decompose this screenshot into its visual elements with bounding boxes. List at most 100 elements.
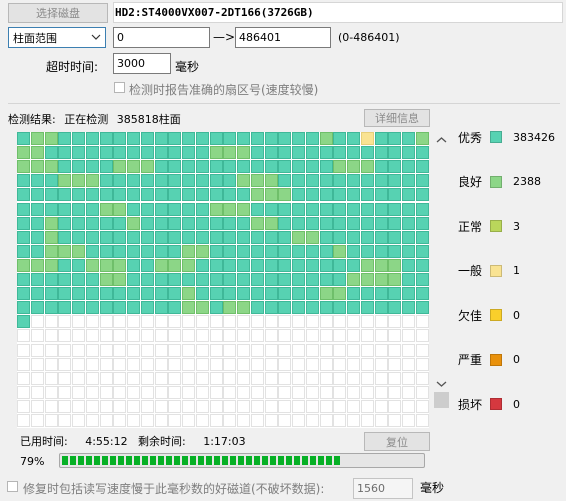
scan-block-pending <box>30 385 44 399</box>
scan-block <box>182 258 195 272</box>
scan-block <box>209 301 223 315</box>
scan-block <box>168 301 182 315</box>
scan-block-pending <box>305 385 319 399</box>
scan-block <box>374 160 388 174</box>
scan-block <box>58 160 72 174</box>
scan-block-pending <box>223 357 237 371</box>
timeout-unit: 毫秒 <box>175 60 200 74</box>
scan-block-pending <box>278 315 292 329</box>
scan-block <box>182 216 195 230</box>
repair-checkbox[interactable] <box>7 481 18 492</box>
legend-label: 良好 <box>458 175 483 189</box>
scan-block-pending <box>388 315 402 329</box>
scan-block <box>127 301 140 315</box>
scan-block <box>333 146 347 160</box>
scan-block-pending <box>154 385 168 399</box>
scan-block <box>237 273 250 286</box>
select-disk-button[interactable]: 选择磁盘 <box>8 3 108 23</box>
scan-block <box>154 160 168 174</box>
scan-block <box>305 146 319 160</box>
scan-block <box>415 273 429 286</box>
legend-swatch <box>490 264 502 277</box>
scan-block-pending <box>113 343 127 357</box>
scan-block-pending <box>72 315 85 329</box>
scan-block <box>44 244 58 258</box>
scan-block <box>388 258 402 272</box>
scan-block-pending <box>85 385 99 399</box>
scan-block <box>347 174 360 188</box>
scan-block-pending <box>58 414 72 427</box>
scan-result-label: 检测结果: <box>8 113 56 126</box>
scan-block <box>305 160 319 174</box>
report-sector-checkbox[interactable] <box>114 82 125 93</box>
scan-block <box>388 188 402 202</box>
scan-block <box>182 160 195 174</box>
scan-block <box>223 287 237 301</box>
scan-block <box>58 132 72 145</box>
scan-block <box>140 287 154 301</box>
scan-block-pending <box>333 315 347 329</box>
legend-item: 损坏 0 <box>458 396 520 412</box>
scan-block <box>209 258 223 272</box>
scan-block <box>374 174 388 188</box>
scan-block-pending <box>250 329 264 343</box>
reset-button[interactable]: 复位 <box>364 432 430 451</box>
scan-block-pending <box>388 385 402 399</box>
scan-block <box>127 132 140 145</box>
scan-block <box>223 230 237 244</box>
scan-block <box>44 160 58 174</box>
scan-block-pending <box>292 343 305 357</box>
scan-block-pending <box>127 315 140 329</box>
scan-block <box>99 287 113 301</box>
scan-block <box>113 202 127 216</box>
scan-block <box>374 230 388 244</box>
scan-block <box>30 216 44 230</box>
range-start-input[interactable]: 0 <box>113 27 210 48</box>
scan-block-pending <box>113 399 127 413</box>
scan-block <box>264 174 278 188</box>
scan-block-pending <box>182 329 195 343</box>
scan-block <box>237 146 250 160</box>
scroll-thumb[interactable] <box>434 392 449 408</box>
scan-block <box>292 301 305 315</box>
scan-block-pending <box>333 343 347 357</box>
scan-block-pending <box>209 315 223 329</box>
scan-block-pending <box>168 385 182 399</box>
scan-block <box>347 230 360 244</box>
scan-block <box>388 287 402 301</box>
scan-block-pending <box>347 371 360 385</box>
details-button[interactable]: 详细信息 <box>364 109 430 127</box>
scan-block <box>402 258 415 272</box>
scroll-up-icon[interactable] <box>436 136 447 144</box>
timeout-input[interactable]: 3000 <box>113 53 171 74</box>
repair-threshold-input[interactable]: 1560 <box>353 478 413 499</box>
range-mode-select[interactable]: 柱面范围 <box>8 27 106 48</box>
scan-block-pending <box>17 329 30 343</box>
scan-block-pending <box>44 414 58 427</box>
scan-state: 正在检测 <box>64 113 109 126</box>
scan-block <box>388 216 402 230</box>
scan-block-pending <box>195 399 209 413</box>
scan-block <box>154 146 168 160</box>
scan-block-pending <box>237 315 250 329</box>
scan-block <box>154 174 168 188</box>
range-end-input[interactable]: 486401 <box>235 27 331 48</box>
scan-block-pending <box>402 343 415 357</box>
scan-block <box>319 146 333 160</box>
scroll-down-icon[interactable] <box>436 380 447 388</box>
scan-block <box>250 202 264 216</box>
legend-item: 优秀 383426 <box>458 129 555 145</box>
scan-block-pending <box>388 343 402 357</box>
scan-map-scrollbar[interactable] <box>433 132 450 410</box>
scan-block <box>113 146 127 160</box>
legend-count: 0 <box>513 353 520 366</box>
scan-block <box>223 146 237 160</box>
scan-block-pending <box>278 329 292 343</box>
scan-block <box>44 230 58 244</box>
scan-block <box>58 258 72 272</box>
scan-block-pending <box>388 329 402 343</box>
scan-block-pending <box>264 329 278 343</box>
scan-block-pending <box>195 315 209 329</box>
scan-block-pending <box>360 371 374 385</box>
scan-block-pending <box>374 329 388 343</box>
